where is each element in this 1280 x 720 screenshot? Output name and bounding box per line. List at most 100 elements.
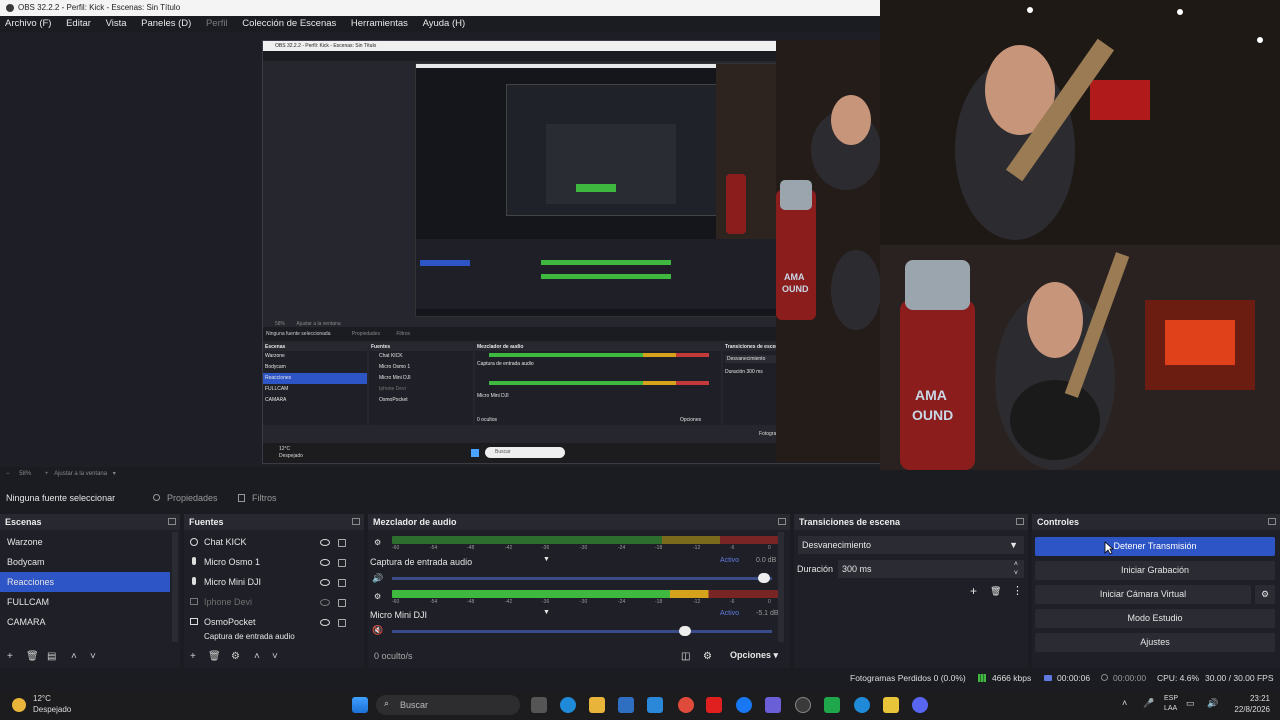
- edge-icon[interactable]: [560, 697, 576, 713]
- zoom-out-icon[interactable]: −: [6, 471, 10, 477]
- tray-chevron-icon[interactable]: ˄: [1122, 698, 1127, 708]
- options-button[interactable]: Opciones ▾: [730, 650, 778, 661]
- app-icon[interactable]: [854, 697, 870, 713]
- chevron-down-icon[interactable]: ▾: [113, 471, 116, 477]
- move-down-icon[interactable]: ˅: [90, 651, 96, 662]
- mixer-settings-icon[interactable]: ⚙: [374, 592, 381, 601]
- eye-icon[interactable]: [320, 619, 330, 626]
- stop-stream-button[interactable]: Detener Transmisión: [1035, 537, 1275, 556]
- taskbar-search[interactable]: ⌕ Buscar: [376, 695, 520, 715]
- chevron-down-icon[interactable]: ▼: [543, 609, 550, 616]
- mixer-advanced-icon[interactable]: ⚙: [703, 651, 712, 662]
- mixer-settings-icon[interactable]: ⚙: [374, 538, 381, 547]
- menu-paneles[interactable]: Paneles (D): [141, 18, 191, 29]
- add-scene-button[interactable]: +: [7, 651, 13, 662]
- source-item[interactable]: Micro Osmo 1: [190, 552, 358, 572]
- add-source-button[interactable]: +: [190, 651, 196, 662]
- outlook-icon[interactable]: [647, 697, 663, 713]
- lock-icon[interactable]: [338, 619, 346, 627]
- fit-to-window[interactable]: Ajustar a la ventana: [54, 471, 107, 477]
- lock-icon[interactable]: [338, 539, 346, 547]
- weather-temp[interactable]: 12°C: [33, 694, 51, 703]
- windows-start-icon[interactable]: [352, 697, 368, 713]
- start-virtual-camera-button[interactable]: Iniciar Cámara Virtual: [1035, 585, 1251, 604]
- speaker-icon[interactable]: 🔊: [372, 573, 383, 584]
- source-item[interactable]: Captura de entrada audio: [190, 632, 358, 642]
- file-explorer-icon[interactable]: [589, 697, 605, 713]
- clock-time[interactable]: 23:21: [1230, 694, 1270, 703]
- studio-mode-button[interactable]: Modo Estudio: [1035, 609, 1275, 628]
- scene-filters-button[interactable]: ▤: [47, 651, 56, 662]
- menu-ayuda[interactable]: Ayuda (H): [423, 18, 466, 29]
- settings-button[interactable]: Ajustes: [1035, 633, 1275, 652]
- source-item[interactable]: Micro Mini DJI: [190, 572, 358, 592]
- eye-icon[interactable]: [320, 579, 330, 586]
- network-icon[interactable]: ▭: [1186, 698, 1195, 709]
- notes-icon[interactable]: [883, 697, 899, 713]
- chevron-down-icon[interactable]: ▼: [543, 556, 550, 563]
- start-recording-button[interactable]: Iniciar Grabación: [1035, 561, 1275, 580]
- move-up-icon[interactable]: ˄: [71, 651, 77, 662]
- kick-icon[interactable]: [824, 697, 840, 713]
- dock-settings-icon[interactable]: [1268, 518, 1276, 525]
- chrome-icon[interactable]: [678, 697, 694, 713]
- store-icon[interactable]: [618, 697, 634, 713]
- dock-settings-icon[interactable]: [778, 518, 786, 525]
- task-view-icon[interactable]: [531, 697, 547, 713]
- scene-item-bodycam[interactable]: Bodycam: [0, 552, 170, 572]
- transition-select[interactable]: Desvanecimiento ▼: [798, 536, 1024, 554]
- obs-taskbar-icon[interactable]: [795, 697, 811, 713]
- eye-icon[interactable]: [320, 559, 330, 566]
- teams-icon[interactable]: [765, 697, 781, 713]
- remove-source-button[interactable]: 🗑: [208, 651, 221, 662]
- scenes-scrollbar[interactable]: [172, 532, 178, 642]
- remove-transition-button[interactable]: 🗑: [990, 586, 1001, 597]
- dock-settings-icon[interactable]: [1016, 518, 1024, 525]
- volume-slider-track[interactable]: [392, 577, 772, 580]
- menu-perfil[interactable]: Perfil: [206, 18, 228, 29]
- language-2[interactable]: LAA: [1164, 705, 1177, 712]
- source-item[interactable]: OsmoPocket: [190, 612, 358, 632]
- zoom-in-icon[interactable]: +: [45, 471, 49, 477]
- virtual-camera-gear-icon[interactable]: ⚙: [1255, 585, 1275, 604]
- facebook-icon[interactable]: [736, 697, 752, 713]
- scene-item-warzone[interactable]: Warzone: [0, 532, 170, 552]
- youtube-icon[interactable]: [706, 697, 722, 713]
- add-transition-button[interactable]: +: [970, 584, 977, 598]
- move-down-icon[interactable]: ˅: [272, 651, 278, 662]
- properties-button[interactable]: Propiedades: [151, 490, 218, 506]
- menu-vista[interactable]: Vista: [106, 18, 127, 29]
- discord-icon[interactable]: [912, 697, 928, 713]
- move-up-icon[interactable]: ˄: [254, 651, 260, 662]
- source-item-hidden[interactable]: Iphone Devi: [190, 592, 358, 612]
- lock-icon[interactable]: [338, 559, 346, 567]
- volume-slider-handle[interactable]: [678, 626, 691, 636]
- lock-icon[interactable]: [338, 599, 346, 607]
- volume-slider-handle[interactable]: [758, 573, 771, 583]
- weather-icon[interactable]: [12, 698, 26, 712]
- layout-toggle-icon[interactable]: ◫: [681, 651, 690, 662]
- mic-tray-icon[interactable]: 🎤: [1143, 698, 1154, 709]
- spin-down-icon[interactable]: ˅: [1014, 565, 1018, 583]
- menu-coleccion[interactable]: Colección de Escenas: [242, 18, 336, 29]
- menu-editar[interactable]: Editar: [66, 18, 91, 29]
- volume-slider-track[interactable]: [392, 630, 772, 633]
- volume-icon[interactable]: 🔊: [1207, 698, 1218, 709]
- source-properties-gear-icon[interactable]: ⚙: [231, 651, 240, 662]
- filters-button[interactable]: Filtros: [236, 490, 277, 506]
- eye-icon[interactable]: [320, 539, 330, 546]
- scene-item-fullcam[interactable]: FULLCAM: [0, 592, 170, 612]
- source-item[interactable]: Chat KICK: [190, 532, 358, 552]
- eye-hidden-icon[interactable]: [320, 599, 330, 606]
- mixer-scrollbar[interactable]: [778, 532, 784, 642]
- remove-scene-button[interactable]: 🗑: [26, 651, 39, 662]
- lock-icon[interactable]: [338, 579, 346, 587]
- duration-input[interactable]: 300 ms ˄ ˅: [838, 560, 1024, 578]
- weather-condition[interactable]: Despejado: [33, 705, 71, 714]
- scene-item-camara[interactable]: CAMARA: [0, 612, 170, 632]
- dock-settings-icon[interactable]: [352, 518, 360, 525]
- muted-speaker-icon[interactable]: 🔇: [372, 625, 383, 636]
- scene-item-reacciones[interactable]: Reacciones: [0, 572, 170, 592]
- language-1[interactable]: ESP: [1164, 695, 1178, 702]
- clock-date[interactable]: 22/8/2026: [1220, 705, 1270, 714]
